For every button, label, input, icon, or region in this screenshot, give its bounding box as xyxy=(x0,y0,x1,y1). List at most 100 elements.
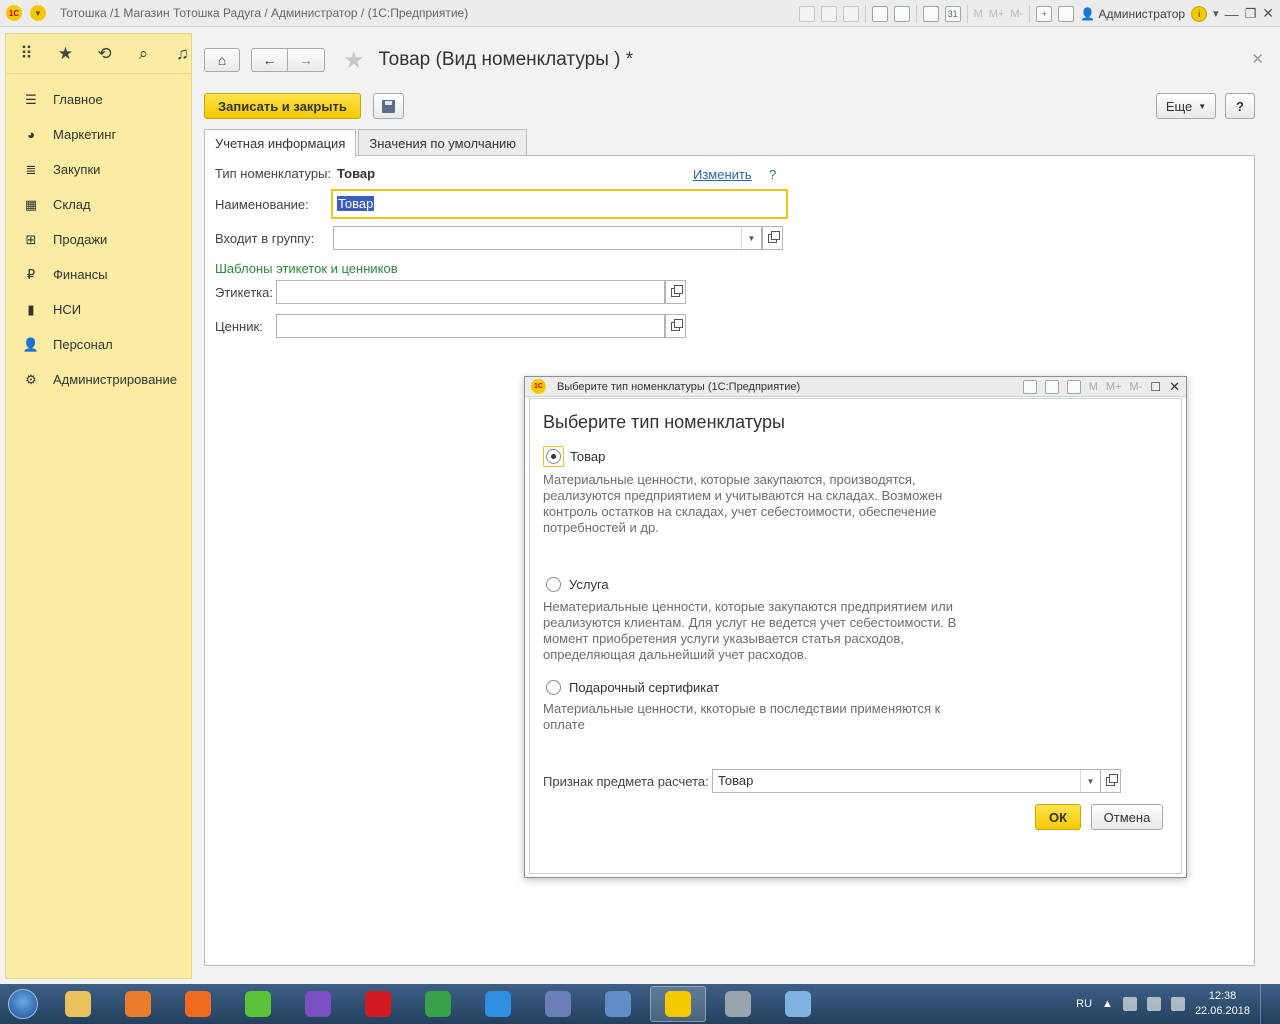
start-button[interactable] xyxy=(0,985,46,1023)
sidebar-item-main[interactable]: ☰ Главное xyxy=(6,82,191,117)
taskbar-app-remote-desktop[interactable] xyxy=(590,986,646,1022)
show-desktop-button[interactable] xyxy=(1260,984,1272,1024)
sidebar-item-nsi[interactable]: ▮ НСИ xyxy=(6,292,191,327)
favorites-star-icon[interactable]: ★ xyxy=(57,44,74,64)
option-service[interactable]: Услуга xyxy=(546,577,609,592)
taskbar-app-internet-explorer[interactable] xyxy=(470,986,526,1022)
sidebar-item-marketing[interactable]: ◕ Маркетинг xyxy=(6,117,191,152)
taskbar-app-media-player[interactable] xyxy=(110,986,166,1022)
maximize-icon[interactable]: ☐ xyxy=(1150,380,1161,394)
radio-goods[interactable] xyxy=(546,449,561,464)
chevron-down-icon[interactable]: ▼ xyxy=(1080,770,1100,792)
help-question-link[interactable]: ? xyxy=(769,167,776,182)
subject-select[interactable]: Товар ▼ xyxy=(712,769,1101,793)
history-icon[interactable]: ⟲ xyxy=(96,44,113,64)
action-center-icon[interactable] xyxy=(1146,997,1161,1011)
taskbar-app-firefox[interactable] xyxy=(170,986,226,1022)
label-template-input[interactable] xyxy=(276,280,665,304)
chevron-down-icon: ▼ xyxy=(1198,101,1207,111)
tray-expand-icon[interactable]: ▲ xyxy=(1102,998,1113,1010)
save-icon[interactable] xyxy=(798,5,815,22)
group-input[interactable]: ▼ xyxy=(333,226,762,250)
upload-icon[interactable] xyxy=(871,5,888,22)
user-menu[interactable]: 👤 Администратор xyxy=(1080,7,1185,21)
close-icon[interactable]: ✕ xyxy=(1262,5,1274,22)
sidebar-item-administration[interactable]: ⚙ Администрирование xyxy=(6,362,191,397)
taskbar-app-opera[interactable] xyxy=(350,986,406,1022)
main-menu-chevron-icon[interactable]: ▼ xyxy=(30,5,46,21)
language-indicator[interactable]: RU xyxy=(1076,998,1092,1010)
document-icon[interactable] xyxy=(1022,380,1037,394)
memory-mminus-button[interactable]: M- xyxy=(1130,381,1143,393)
search-icon[interactable]: ⌕ xyxy=(135,44,152,64)
volume-icon[interactable] xyxy=(1170,997,1185,1011)
cancel-button[interactable]: Отмена xyxy=(1091,804,1163,830)
save-and-close-button[interactable]: Записать и закрыть xyxy=(204,93,361,119)
option-gift-certificate[interactable]: Подарочный сертификат xyxy=(546,680,719,695)
option-goods[interactable]: Товар xyxy=(543,446,605,467)
home-button[interactable]: ⌂ xyxy=(204,48,240,72)
sidebar-item-staff[interactable]: 👤 Персонал xyxy=(6,327,191,362)
calendar-icon[interactable] xyxy=(1066,380,1081,394)
minimize-icon[interactable]: — xyxy=(1225,6,1239,22)
taskbar-app-notepad-app[interactable] xyxy=(770,986,826,1022)
taskbar-app-chrome[interactable] xyxy=(410,986,466,1022)
notifications-bell-icon[interactable]: ♫ xyxy=(174,44,191,64)
sections-sidebar: ⠿ ★ ⟲ ⌕ ♫ ☰ Главное ◕ Маркетинг ≣ Закупки ▦… xyxy=(5,33,192,979)
dialog-toolbar: M M+ M- ☐ ✕ xyxy=(1022,379,1180,395)
memory-m-button[interactable]: M xyxy=(1089,381,1098,393)
sidebar-item-finance[interactable]: ₽ Финансы xyxy=(6,257,191,292)
price-tag-open-button[interactable] xyxy=(665,314,686,338)
toolbar-divider xyxy=(864,4,866,23)
close-form-icon[interactable]: ✕ xyxy=(1251,50,1264,68)
more-button[interactable]: Еще ▼ xyxy=(1156,93,1216,119)
price-tag-input[interactable] xyxy=(276,314,665,338)
close-icon[interactable]: ✕ xyxy=(1169,379,1180,395)
subject-open-button[interactable] xyxy=(1100,769,1121,793)
memory-m-button[interactable]: M xyxy=(974,8,983,20)
info-icon[interactable]: i xyxy=(1191,5,1208,22)
memory-mplus-button[interactable]: M+ xyxy=(989,8,1005,20)
tab-default-values[interactable]: Значения по умолчанию xyxy=(358,129,528,156)
back-button[interactable]: ← xyxy=(251,48,288,72)
taskbar-app-camera-app[interactable] xyxy=(710,986,766,1022)
zoom-icon[interactable]: + xyxy=(1036,5,1053,22)
sidebar-item-warehouse[interactable]: ▦ Склад xyxy=(6,187,191,222)
sidebar-item-sales[interactable]: ⊞ Продажи xyxy=(6,222,191,257)
change-type-link[interactable]: Изменить xyxy=(693,167,752,182)
memory-mplus-button[interactable]: M+ xyxy=(1106,381,1122,393)
ok-button[interactable]: ОК xyxy=(1035,804,1081,830)
calculator-icon[interactable] xyxy=(922,5,939,22)
app-logo-icon[interactable]: 1С xyxy=(6,5,22,21)
save-button[interactable] xyxy=(373,93,404,119)
calendar-icon[interactable]: 31 xyxy=(944,5,961,22)
taskbar-app-1c-enterprise[interactable] xyxy=(650,986,706,1022)
restore-icon[interactable]: ❐ xyxy=(1245,6,1257,22)
group-open-button[interactable] xyxy=(762,226,783,250)
taskbar-app-icq[interactable] xyxy=(230,986,286,1022)
chevron-down-icon[interactable]: ▼ xyxy=(741,227,761,249)
document-icon[interactable] xyxy=(893,5,910,22)
preview-icon[interactable] xyxy=(842,5,859,22)
calculator-icon[interactable] xyxy=(1044,380,1059,394)
taskbar-app-file-explorer[interactable] xyxy=(50,986,106,1022)
favorite-star-icon[interactable]: ★ xyxy=(343,46,365,75)
chrome-icon xyxy=(425,991,451,1017)
print-icon[interactable] xyxy=(820,5,837,22)
taskbar-app-viber[interactable] xyxy=(290,986,346,1022)
memory-mminus-button[interactable]: M- xyxy=(1010,8,1023,20)
radio-gift-certificate[interactable] xyxy=(546,680,561,695)
forward-button[interactable]: → xyxy=(288,48,325,72)
sidebar-item-purchases[interactable]: ≣ Закупки xyxy=(6,152,191,187)
network-icon[interactable] xyxy=(1122,997,1137,1011)
clock[interactable]: 12:38 22.06.2018 xyxy=(1195,989,1250,1019)
name-input[interactable]: Товар xyxy=(331,189,788,219)
help-button[interactable]: ? xyxy=(1225,93,1255,119)
label-template-open-button[interactable] xyxy=(665,280,686,304)
radio-service[interactable] xyxy=(546,577,561,592)
panels-icon[interactable] xyxy=(1058,5,1075,22)
taskbar-app-floppy-app[interactable] xyxy=(530,986,586,1022)
tab-accounting-info[interactable]: Учетная информация xyxy=(204,129,357,157)
info-chevron-icon[interactable]: ▾ xyxy=(1213,7,1219,20)
all-functions-grid-icon[interactable]: ⠿ xyxy=(18,44,35,64)
